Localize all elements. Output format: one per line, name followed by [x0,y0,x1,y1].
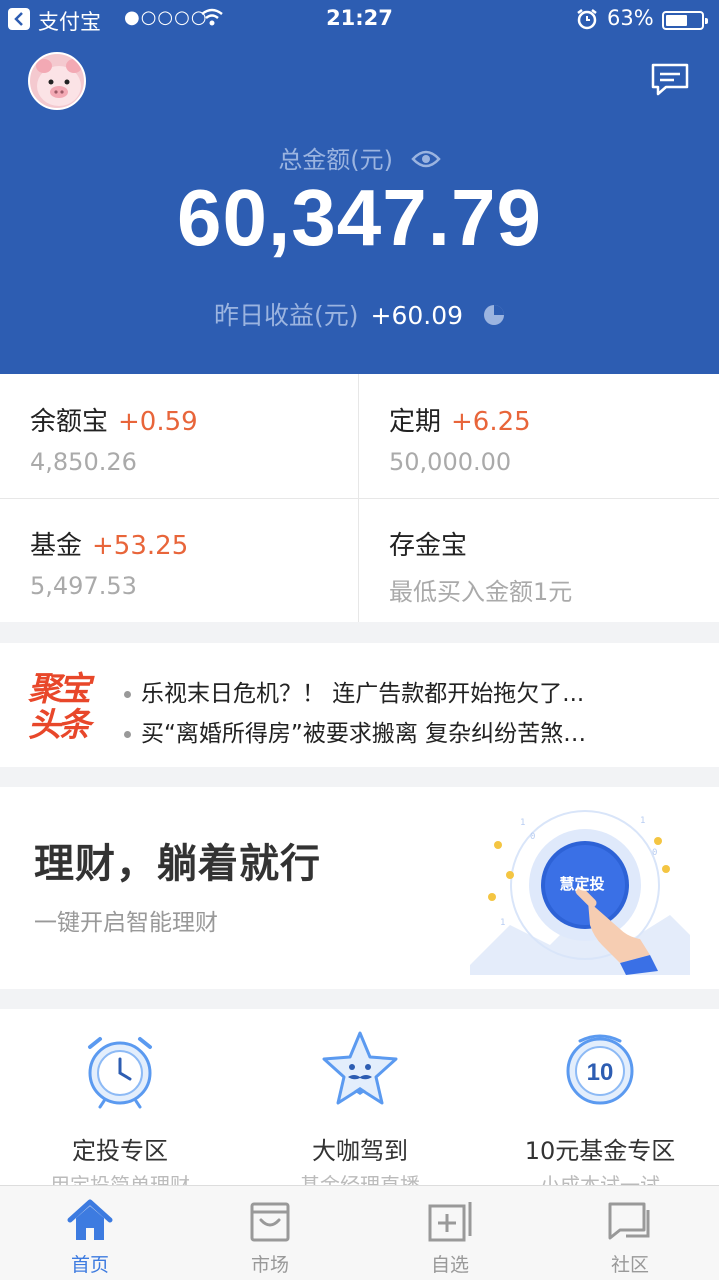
status-bar: 支付宝 ●○○○○ 21:27 63% [0,0,719,40]
header: 支付宝 ●○○○○ 21:27 63% 总金额(元) 60,347.79 昨日收… [0,0,719,374]
market-icon [250,1202,290,1242]
asset-balance: 5,497.53 [30,572,137,600]
news-logo: 聚宝 头条 [28,671,106,743]
tab-watchlist[interactable]: 自选 [360,1186,540,1280]
svg-text:1: 1 [640,816,645,826]
feature-name: 大咖驾到 [312,1137,408,1165]
eye-icon[interactable] [410,147,441,175]
news-headline: 乐视末日危机？！ 连广告款都开始拖欠了... [141,681,585,707]
asset-grid: 余额宝 +0.59 4,850.26 定期 +6.25 50,000.00 基金 +5… [0,374,719,622]
svg-text:0: 0 [530,832,535,842]
alarm-clock-icon [88,1037,152,1109]
pie-chart-icon [483,303,505,332]
feature-row: 定投专区 用定投简单理财 大咖驾到 基金经理直播 10 10元基金专区 小成本试… [0,1009,719,1185]
bullet-icon [124,691,131,698]
total-label-text: 总金额(元) [278,146,394,174]
news-item[interactable]: 买“离婚所得房”被要求搬离 复杂纠纷苦煞… [124,714,586,748]
feature-10yuan[interactable]: 10 10元基金专区 小成本试一试 [480,1009,719,1185]
battery-icon [662,11,708,30]
tab-label: 自选 [430,1254,469,1276]
divider [0,498,719,499]
asset-name: 定期 [389,407,442,437]
smart-invest-banner[interactable]: 理财，躺着就行 一键开启智能理财 10101 慧定投 [0,787,719,989]
asset-fund[interactable]: 基金 +53.25 5,497.53 [0,498,359,622]
svg-text:0: 0 [652,848,657,858]
banner-title: 理财，躺着就行 [34,841,321,887]
asset-gain: +6.25 [451,407,531,437]
home-icon [67,1199,113,1240]
news-ticker: 聚宝 头条 乐视末日危机？！ 连广告款都开始拖欠了... 买“离婚所得房”被要求… [0,643,719,767]
svg-text:10: 10 [587,1059,614,1086]
yesterday-earnings[interactable]: 昨日收益(元) +60.09 [0,296,719,332]
asset-balance: 50,000.00 [389,448,512,476]
tab-home[interactable]: 首页 [0,1186,180,1280]
feature-dakajiadao[interactable]: 大咖驾到 基金经理直播 [240,1009,480,1185]
feature-subtitle: 小成本试一试 [540,1173,660,1185]
feature-subtitle: 基金经理直播 [300,1173,420,1185]
tab-label: 社区 [610,1254,649,1276]
tab-bar: 首页 市场 自选 社区 [0,1185,719,1280]
tab-label: 首页 [70,1254,109,1276]
watchlist-icon [428,1202,472,1242]
feature-dingtou[interactable]: 定投专区 用定投简单理财 [0,1009,240,1185]
star-mustache-icon [322,1031,398,1105]
bullet-icon [124,731,131,738]
feature-subtitle: 用定投简单理财 [50,1173,190,1185]
battery-percentage: 63% [607,6,654,30]
asset-yuebao[interactable]: 余额宝 +0.59 4,850.26 [0,374,359,498]
yesterday-value: +60.09 [370,301,464,330]
asset-name: 存金宝 [389,531,468,561]
asset-gain: +0.59 [118,407,198,437]
tab-market[interactable]: 市场 [180,1186,360,1280]
tab-community[interactable]: 社区 [540,1186,719,1280]
message-icon[interactable] [650,62,690,102]
community-icon [608,1202,650,1240]
asset-gold[interactable]: 存金宝 最低买入金额1元 [359,498,718,622]
news-logo-line: 头条 [28,705,91,744]
svg-text:1: 1 [520,818,525,828]
asset-gain: +53.25 [92,531,189,561]
news-item[interactable]: 乐视末日危机？！ 连广告款都开始拖欠了... [124,674,584,708]
tab-label: 市场 [250,1254,289,1276]
asset-name: 余额宝 [30,407,109,437]
avatar[interactable] [28,52,86,110]
smart-invest-button[interactable]: 慧定投 [552,873,612,894]
yesterday-label: 昨日收益(元) [214,301,359,330]
total-label: 总金额(元) [0,140,719,175]
total-amount: 60,347.79 [177,173,542,262]
asset-name: 基金 [30,531,83,561]
svg-text:1: 1 [500,918,505,928]
asset-dingqi[interactable]: 定期 +6.25 50,000.00 [359,374,718,498]
asset-balance: 4,850.26 [30,448,137,476]
coin-10-icon: 10 [566,1034,634,1105]
news-logo-line: 聚宝 [28,669,91,708]
feature-name: 10元基金专区 [524,1137,676,1165]
asset-description: 最低买入金额1元 [389,578,573,606]
banner-subtitle: 一键开启智能理财 [34,910,218,936]
feature-name: 定投专区 [72,1137,168,1165]
alarm-icon [576,8,598,35]
news-headline: 买“离婚所得房”被要求搬离 复杂纠纷苦煞… [141,721,587,747]
